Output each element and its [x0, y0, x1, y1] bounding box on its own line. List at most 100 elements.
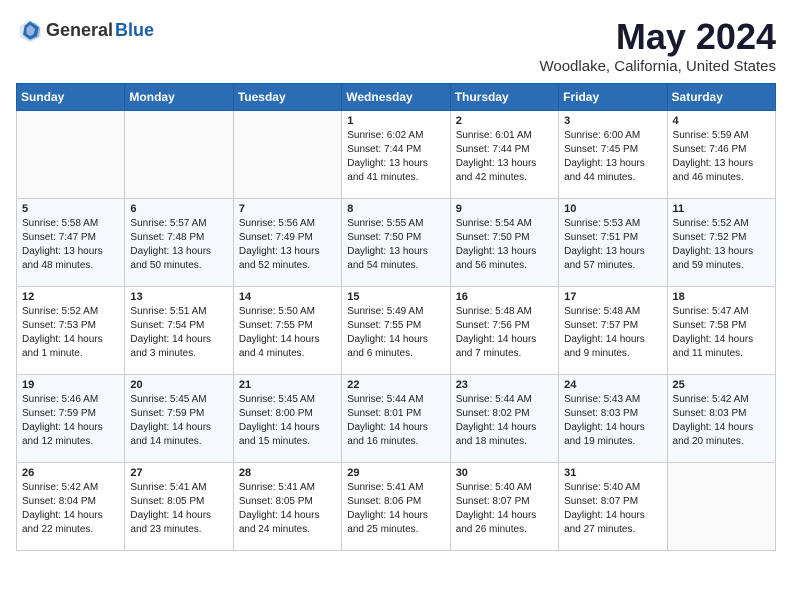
calendar-cell: 4 Sunrise: 5:59 AMSunset: 7:46 PMDaylight… [667, 111, 775, 199]
weekday-header-thursday: Thursday [450, 84, 558, 111]
day-number: 11 [673, 203, 770, 215]
day-info: Sunrise: 5:58 AMSunset: 7:47 PMDaylight:… [22, 217, 119, 273]
calendar-cell: 28 Sunrise: 5:41 AMSunset: 8:05 PMDayligh… [233, 463, 341, 551]
day-number: 24 [564, 379, 661, 391]
calendar-cell: 1Sunrise: 6:02 AMSunset: 7:44 PMDaylight… [342, 111, 450, 199]
day-number: 2 [456, 115, 553, 127]
day-info: Sunrise: 5:45 AMSunset: 7:59 PMDaylight:… [130, 393, 227, 449]
weekday-header-wednesday: Wednesday [342, 84, 450, 111]
day-number: 14 [239, 291, 336, 303]
day-info: Sunrise: 5:42 AMSunset: 8:04 PMDaylight:… [22, 481, 119, 537]
day-info: Sunrise: 5:55 AMSunset: 7:50 PMDaylight:… [347, 217, 444, 273]
day-info: Sunrise: 5:41 AMSunset: 8:05 PMDaylight:… [130, 481, 227, 537]
day-number: 23 [456, 379, 553, 391]
day-info: Sunrise: 5:59 AMSunset: 7:46 PMDaylight:… [673, 129, 770, 185]
day-info: Sunrise: 5:52 AMSunset: 7:52 PMDaylight:… [673, 217, 770, 273]
day-info: Sunrise: 5:41 AMSunset: 8:05 PMDaylight:… [239, 481, 336, 537]
week-row-5: 26 Sunrise: 5:42 AMSunset: 8:04 PMDayligh… [17, 463, 776, 551]
calendar-cell: 26 Sunrise: 5:42 AMSunset: 8:04 PMDayligh… [17, 463, 125, 551]
day-number: 7 [239, 203, 336, 215]
logo: GeneralBlue [16, 16, 154, 44]
calendar-cell: 6Sunrise: 5:57 AMSunset: 7:48 PMDaylight… [125, 199, 233, 287]
calendar-cell: 24Sunrise: 5:43 AMSunset: 8:03 PMDayligh… [559, 375, 667, 463]
calendar-cell [667, 463, 775, 551]
calendar-cell: 25Sunrise: 5:42 AMSunset: 8:03 PMDayligh… [667, 375, 775, 463]
week-row-4: 19 Sunrise: 5:46 AMSunset: 7:59 PMDayligh… [17, 375, 776, 463]
day-info: Sunrise: 5:40 AMSunset: 8:07 PMDaylight:… [564, 481, 661, 537]
day-number: 13 [130, 291, 227, 303]
day-info: Sunrise: 5:54 AMSunset: 7:50 PMDaylight:… [456, 217, 553, 273]
calendar-cell: 23 Sunrise: 5:44 AMSunset: 8:02 PMDayligh… [450, 375, 558, 463]
day-number: 16 [456, 291, 553, 303]
day-info: Sunrise: 5:46 AMSunset: 7:59 PMDaylight:… [22, 393, 119, 449]
calendar-cell: 8 Sunrise: 5:55 AMSunset: 7:50 PMDaylight… [342, 199, 450, 287]
day-number: 29 [347, 467, 444, 479]
calendar-cell: 7 Sunrise: 5:56 AMSunset: 7:49 PMDaylight… [233, 199, 341, 287]
day-info: Sunrise: 6:01 AMSunset: 7:44 PMDaylight:… [456, 129, 553, 185]
weekday-header-monday: Monday [125, 84, 233, 111]
calendar-cell: 14 Sunrise: 5:50 AMSunset: 7:55 PMDayligh… [233, 287, 341, 375]
day-number: 15 [347, 291, 444, 303]
calendar-cell: 2 Sunrise: 6:01 AMSunset: 7:44 PMDaylight… [450, 111, 558, 199]
day-number: 19 [22, 379, 119, 391]
day-number: 9 [456, 203, 553, 215]
calendar-cell: 10Sunrise: 5:53 AMSunset: 7:51 PMDayligh… [559, 199, 667, 287]
page-header: GeneralBlue May 2024 Woodlake, Californi… [16, 16, 776, 75]
calendar-cell [125, 111, 233, 199]
day-info: Sunrise: 5:40 AMSunset: 8:07 PMDaylight:… [456, 481, 553, 537]
day-number: 28 [239, 467, 336, 479]
page-title: May 2024 [539, 16, 776, 58]
calendar-cell: 27 Sunrise: 5:41 AMSunset: 8:05 PMDayligh… [125, 463, 233, 551]
day-number: 18 [673, 291, 770, 303]
day-number: 26 [22, 467, 119, 479]
day-info: Sunrise: 5:56 AMSunset: 7:49 PMDaylight:… [239, 217, 336, 273]
calendar-cell: 9 Sunrise: 5:54 AMSunset: 7:50 PMDaylight… [450, 199, 558, 287]
calendar-table: SundayMondayTuesdayWednesdayThursdayFrid… [16, 83, 776, 551]
title-area: May 2024 Woodlake, California, United St… [539, 16, 776, 75]
calendar-cell: 19 Sunrise: 5:46 AMSunset: 7:59 PMDayligh… [17, 375, 125, 463]
calendar-cell: 16Sunrise: 5:48 AMSunset: 7:56 PMDayligh… [450, 287, 558, 375]
day-number: 20 [130, 379, 227, 391]
day-number: 3 [564, 115, 661, 127]
day-number: 27 [130, 467, 227, 479]
day-number: 4 [673, 115, 770, 127]
logo-icon [16, 16, 44, 44]
week-row-1: 1Sunrise: 6:02 AMSunset: 7:44 PMDaylight… [17, 111, 776, 199]
week-row-2: 5Sunrise: 5:58 AMSunset: 7:47 PMDaylight… [17, 199, 776, 287]
day-number: 31 [564, 467, 661, 479]
day-info: Sunrise: 5:44 AMSunset: 8:02 PMDaylight:… [456, 393, 553, 449]
weekday-header-saturday: Saturday [667, 84, 775, 111]
day-number: 21 [239, 379, 336, 391]
weekday-header-sunday: Sunday [17, 84, 125, 111]
calendar-cell: 31 Sunrise: 5:40 AMSunset: 8:07 PMDayligh… [559, 463, 667, 551]
day-number: 12 [22, 291, 119, 303]
day-info: Sunrise: 6:02 AMSunset: 7:44 PMDaylight:… [347, 129, 444, 185]
day-number: 8 [347, 203, 444, 215]
day-number: 25 [673, 379, 770, 391]
day-info: Sunrise: 5:51 AMSunset: 7:54 PMDaylight:… [130, 305, 227, 361]
calendar-cell: 20 Sunrise: 5:45 AMSunset: 7:59 PMDayligh… [125, 375, 233, 463]
day-info: Sunrise: 5:50 AMSunset: 7:55 PMDaylight:… [239, 305, 336, 361]
weekday-header-tuesday: Tuesday [233, 84, 341, 111]
day-info: Sunrise: 5:57 AMSunset: 7:48 PMDaylight:… [130, 217, 227, 273]
calendar-cell: 13 Sunrise: 5:51 AMSunset: 7:54 PMDayligh… [125, 287, 233, 375]
day-info: Sunrise: 5:44 AMSunset: 8:01 PMDaylight:… [347, 393, 444, 449]
week-row-3: 12 Sunrise: 5:52 AMSunset: 7:53 PMDayligh… [17, 287, 776, 375]
day-info: Sunrise: 5:48 AMSunset: 7:57 PMDaylight:… [564, 305, 661, 361]
calendar-cell: 15 Sunrise: 5:49 AMSunset: 7:55 PMDayligh… [342, 287, 450, 375]
weekday-header-friday: Friday [559, 84, 667, 111]
day-info: Sunrise: 5:52 AMSunset: 7:53 PMDaylight:… [22, 305, 119, 361]
calendar-cell: 18 Sunrise: 5:47 AMSunset: 7:58 PMDayligh… [667, 287, 775, 375]
day-info: Sunrise: 5:53 AMSunset: 7:51 PMDaylight:… [564, 217, 661, 273]
calendar-cell: 21Sunrise: 5:45 AMSunset: 8:00 PMDayligh… [233, 375, 341, 463]
day-info: Sunrise: 5:47 AMSunset: 7:58 PMDaylight:… [673, 305, 770, 361]
calendar-cell: 5Sunrise: 5:58 AMSunset: 7:47 PMDaylight… [17, 199, 125, 287]
day-info: Sunrise: 5:49 AMSunset: 7:55 PMDaylight:… [347, 305, 444, 361]
calendar-cell: 17Sunrise: 5:48 AMSunset: 7:57 PMDayligh… [559, 287, 667, 375]
calendar-cell: 3Sunrise: 6:00 AMSunset: 7:45 PMDaylight… [559, 111, 667, 199]
calendar-cell: 30Sunrise: 5:40 AMSunset: 8:07 PMDayligh… [450, 463, 558, 551]
calendar-cell: 12 Sunrise: 5:52 AMSunset: 7:53 PMDayligh… [17, 287, 125, 375]
calendar-cell [17, 111, 125, 199]
logo-general: General [46, 20, 113, 41]
logo-blue-text: Blue [115, 20, 154, 41]
